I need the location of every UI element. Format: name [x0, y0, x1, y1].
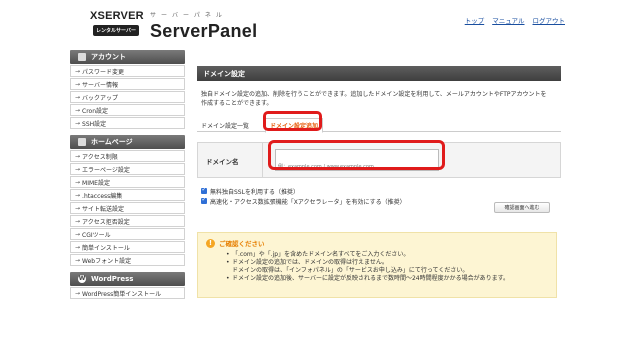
- arrow-icon: →: [75, 178, 81, 186]
- notice-item: ドメイン設定の追加では、ドメインの取得は行えません。: [226, 259, 548, 267]
- sidebar-section-account: アカウント → パスワード変更 → サーバー情報 → バックアップ → Cron設定 →…: [70, 50, 185, 129]
- highlight-tab-frame: [263, 111, 322, 131]
- homepage-icon: [78, 138, 86, 146]
- sidebar-item-label: .htaccess編集: [82, 192, 123, 200]
- sidebar-item-label: サイト転送設定: [82, 205, 125, 213]
- sidebar-heading-account: アカウント: [70, 50, 185, 64]
- sidebar-item-label: サーバー情報: [82, 81, 118, 89]
- sidebar-item-label: アクセス制限: [82, 153, 118, 161]
- form-divider: [262, 143, 263, 177]
- free-ssl-checkbox[interactable]: [201, 186, 207, 194]
- sidebar-item-site-redirect[interactable]: → サイト転送設定: [70, 202, 185, 214]
- sidebar-item-label: バックアップ: [82, 94, 119, 102]
- logout-link[interactable]: ログアウト: [533, 15, 566, 25]
- sidebar-heading-wordpress: W WordPress: [70, 272, 185, 286]
- account-icon: [78, 53, 86, 61]
- arrow-icon: →: [75, 204, 81, 212]
- wordpress-icon: W: [78, 275, 86, 283]
- sidebar-item-label: Cron設定: [82, 107, 109, 115]
- arrow-icon: →: [75, 80, 81, 88]
- sidebar-item-label: SSH設定: [82, 120, 107, 128]
- sidebar-section-homepage: ホームページ → アクセス制限 → エラーページ設定 → MIME設定 → .htacc…: [70, 135, 185, 266]
- sidebar-heading-homepage: ホームページ: [70, 135, 185, 149]
- notice-title-text: ご確認ください: [219, 240, 265, 248]
- top-link[interactable]: トップ: [465, 15, 485, 25]
- arrow-icon: →: [75, 119, 81, 127]
- brand: サーバーパネル ServerPanel: [150, 10, 257, 42]
- sidebar-item-server-info[interactable]: → サーバー情報: [70, 78, 185, 90]
- arrow-icon: →: [75, 152, 81, 160]
- confirm-button[interactable]: 確認画面へ進む: [494, 202, 550, 213]
- manual-link[interactable]: マニュアル: [492, 15, 524, 25]
- arrow-icon: →: [75, 217, 81, 225]
- sidebar-item-htaccess[interactable]: → .htaccess編集: [70, 189, 185, 201]
- x-accelerator-label: 高速化・アクセス数拡張機能「Xアクセラレータ」を有効にする（推奨）: [210, 198, 406, 206]
- warning-icon: !: [206, 238, 215, 248]
- x-accelerator-checkbox[interactable]: [201, 196, 207, 204]
- sidebar-item-cgi-tools[interactable]: → CGIツール: [70, 228, 185, 240]
- sidebar-item-label: パスワード変更: [82, 68, 125, 76]
- arrow-icon: →: [75, 256, 81, 264]
- arrow-icon: →: [75, 165, 81, 173]
- arrow-icon: →: [75, 230, 81, 238]
- page-description: 独自ドメイン設定の追加、削除を行うことができます。追加したドメイン設定を利用して…: [201, 91, 547, 107]
- free-ssl-option[interactable]: 無料独自SSLを利用する（推奨）: [201, 186, 561, 196]
- notice-title: ! ご確認ください: [206, 238, 548, 248]
- arrow-icon: →: [75, 67, 81, 75]
- sidebar-item-label: アクセス拒否設定: [82, 218, 130, 226]
- highlight-input-frame: [268, 140, 445, 170]
- notice-item: ドメインの取得は、「インフォパネル」の「サービスお申し込み」にて行ってください。: [232, 267, 469, 274]
- header: XSERVER レンタルサーバー サーバーパネル ServerPanel トップ…: [0, 0, 640, 46]
- sidebar-item-wordpress-install[interactable]: → WordPress簡単インストール: [70, 287, 185, 299]
- logo-text: XSERVER: [90, 10, 144, 22]
- sidebar-item-error-page[interactable]: → エラーページ設定: [70, 163, 185, 175]
- sidebar-item-label: MIME設定: [82, 179, 110, 187]
- page-title: ドメイン設定: [197, 66, 561, 81]
- sidebar-item-label: WordPress簡単インストール: [82, 290, 162, 298]
- sidebar-item-cron[interactable]: → Cron設定: [70, 104, 185, 116]
- sidebar-item-label: CGIツール: [82, 231, 111, 239]
- sidebar-item-label: 簡単インストール: [82, 244, 130, 252]
- arrow-icon: →: [75, 191, 81, 199]
- sidebar-item-backup[interactable]: → バックアップ: [70, 91, 185, 103]
- sidebar-item-mime[interactable]: → MIME設定: [70, 176, 185, 188]
- arrow-icon: →: [75, 289, 81, 297]
- top-links: トップ マニュアル ログアウト: [465, 15, 565, 25]
- brand-name: ServerPanel: [150, 21, 258, 41]
- sidebar: アカウント → パスワード変更 → サーバー情報 → バックアップ → Cron設定 →…: [70, 50, 185, 305]
- sidebar-item-ssh[interactable]: → SSH設定: [70, 117, 185, 129]
- sidebar-section-wordpress: W WordPress → WordPress簡単インストール: [70, 272, 185, 299]
- free-ssl-label: 無料独自SSLを利用する（推奨）: [210, 188, 299, 196]
- logo-badge: レンタルサーバー: [93, 25, 139, 36]
- notice-list: 「.com」や「.jp」を含めたドメイン名すべてをご入力ください。 ドメイン設定…: [226, 251, 548, 283]
- sidebar-heading-label: アカウント: [91, 53, 126, 61]
- sidebar-heading-label: WordPress: [91, 275, 134, 283]
- sidebar-heading-label: ホームページ: [91, 138, 133, 146]
- sidebar-item-easy-install[interactable]: → 簡単インストール: [70, 241, 185, 253]
- xserver-logo[interactable]: XSERVER レンタルサーバー: [90, 10, 145, 40]
- domain-name-label: ドメイン名: [206, 158, 239, 166]
- arrow-icon: →: [75, 93, 81, 101]
- notice-box: ! ご確認ください 「.com」や「.jp」を含めたドメイン名すべてをご入力くだ…: [197, 232, 557, 298]
- sidebar-item-access-restriction[interactable]: → アクセス制限: [70, 150, 185, 162]
- sidebar-item-access-deny[interactable]: → アクセス拒否設定: [70, 215, 185, 227]
- notice-item: 「.com」や「.jp」を含めたドメイン名すべてをご入力ください。: [226, 251, 548, 259]
- sidebar-item-label: エラーページ設定: [82, 166, 130, 174]
- sidebar-item-web-font[interactable]: → Webフォント設定: [70, 254, 185, 266]
- sidebar-item-password[interactable]: → パスワード変更: [70, 65, 185, 77]
- arrow-icon: →: [75, 243, 81, 251]
- arrow-icon: →: [75, 106, 81, 114]
- sidebar-item-label: Webフォント設定: [82, 257, 132, 265]
- brand-kana: サーバーパネル: [150, 12, 227, 19]
- tab-bar: ドメイン設定一覧 ドメイン設定追加: [197, 118, 561, 133]
- tab-domain-list[interactable]: ドメイン設定一覧: [201, 118, 249, 132]
- notice-item: ドメイン設定の追加後、サーバーに設定が反映されるまで数時間〜24時間程度かかる場…: [226, 275, 548, 283]
- main-content: ドメイン設定 独自ドメイン設定の追加、削除を行うことができます。追加したドメイン…: [197, 66, 561, 206]
